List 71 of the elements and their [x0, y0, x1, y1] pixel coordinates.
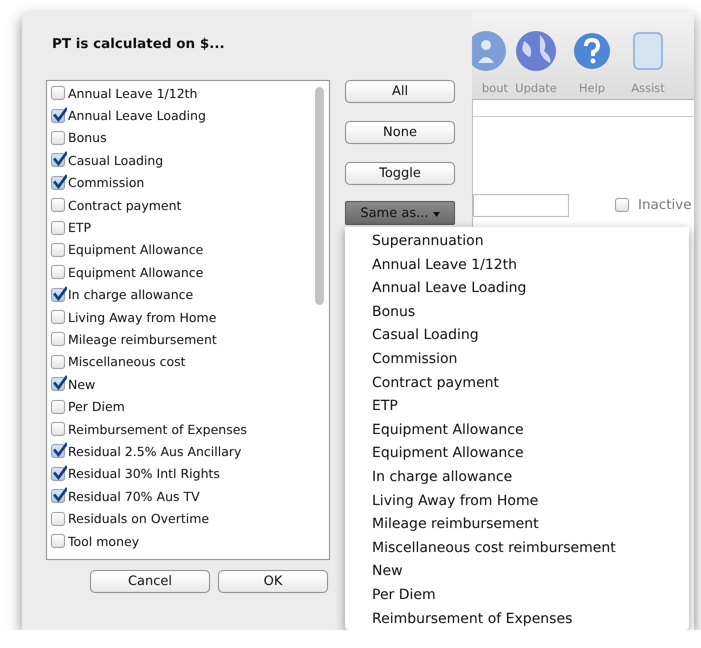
item-label: Mileage reimbursement — [68, 332, 217, 347]
menu-item[interactable]: Casual Loading — [345, 324, 689, 348]
item-label: Bonus — [68, 130, 107, 146]
checkbox[interactable] — [51, 466, 65, 481]
item-label: Residual 70% Aus TV — [68, 488, 200, 504]
checkbox[interactable] — [51, 153, 65, 168]
item-label: Residual 30% Intl Rights — [68, 466, 220, 482]
checkbox[interactable] — [51, 400, 65, 414]
checkbox[interactable] — [51, 130, 65, 145]
checkbox[interactable] — [51, 444, 65, 458]
menu-item[interactable]: Annual Leave Loading — [345, 277, 689, 301]
item-label: Miscellaneous cost — [68, 354, 186, 370]
checkbox[interactable] — [51, 220, 65, 235]
menu-item[interactable]: Per Diem — [345, 584, 689, 608]
menu-item[interactable]: Equipment Allowance — [345, 442, 689, 466]
dialog-title: PT is calculated on $... — [51, 35, 226, 54]
item-label: Commission — [68, 175, 144, 190]
checkbox[interactable] — [51, 422, 65, 436]
item-label: ETP — [68, 220, 92, 236]
item-label: Equipment Allowance — [68, 264, 204, 280]
cancel-button[interactable]: Cancel — [90, 570, 210, 593]
menu-item[interactable]: In charge allowance — [345, 466, 689, 490]
item-label: Contract payment — [68, 198, 182, 213]
checkbox[interactable] — [51, 265, 65, 280]
select-button[interactable]: All — [345, 80, 455, 103]
checkbox[interactable] — [51, 354, 65, 369]
checkbox[interactable] — [51, 489, 65, 504]
menu-item[interactable]: Mileage reimbursement — [345, 513, 689, 537]
item-label: Living Away from Home — [68, 310, 216, 325]
menu-item[interactable]: ETP — [345, 395, 689, 419]
select-button[interactable]: None — [345, 121, 455, 144]
checkbox[interactable] — [615, 198, 629, 212]
menu-item[interactable]: Contract payment — [345, 372, 689, 396]
item-label: Annual Leave Loading — [68, 108, 206, 124]
checkbox[interactable] — [51, 198, 65, 212]
same-as-popup-button[interactable]: Same as... — [345, 201, 455, 225]
item-label: New — [68, 376, 96, 392]
checkbox[interactable] — [51, 176, 65, 190]
menu-item[interactable]: Superannuation — [345, 230, 689, 254]
inactive-label: Inactive — [638, 197, 692, 213]
item-label: Residuals on Overtime — [68, 511, 210, 526]
ok-button[interactable]: OK — [218, 570, 328, 593]
select-button[interactable]: Toggle — [345, 162, 455, 185]
item-label: Equipment Allowance — [68, 242, 204, 258]
checkbox[interactable] — [51, 332, 65, 346]
menu-item[interactable]: Reimbursement of Expenses — [345, 608, 689, 630]
item-label: Residual 2.5% Aus Ancillary — [68, 444, 242, 459]
checkbox[interactable] — [51, 377, 65, 392]
checkbox[interactable] — [51, 288, 65, 302]
menu-item[interactable]: Bonus — [345, 300, 689, 324]
menu-item[interactable]: Equipment Allowance — [345, 418, 689, 442]
item-label: Annual Leave 1/12th — [68, 86, 198, 101]
scrollbar-thumb[interactable] — [315, 87, 324, 305]
checkbox[interactable] — [51, 534, 65, 548]
checkbox[interactable] — [51, 242, 65, 257]
checkbox[interactable] — [51, 512, 65, 526]
item-label: Tool money — [68, 534, 140, 548]
checkbox[interactable] — [51, 86, 65, 100]
caret-icon — [432, 212, 440, 216]
item-label: Per Diem — [68, 399, 125, 414]
item-label: Reimbursement of Expenses — [68, 422, 247, 437]
menu-item[interactable]: New — [345, 560, 689, 584]
item-label: Casual Loading — [68, 152, 164, 168]
checkbox[interactable] — [51, 108, 65, 123]
menu-item[interactable]: Miscellaneous cost reimbursement — [345, 536, 689, 560]
menu-item[interactable]: Living Away from Home — [345, 490, 689, 514]
input-field[interactable] — [473, 194, 569, 216]
checkbox[interactable] — [51, 310, 65, 324]
menu-item[interactable]: Commission — [345, 348, 689, 372]
item-label: In charge allowance — [68, 287, 194, 302]
menu-item[interactable]: Annual Leave 1/12th — [345, 254, 689, 278]
